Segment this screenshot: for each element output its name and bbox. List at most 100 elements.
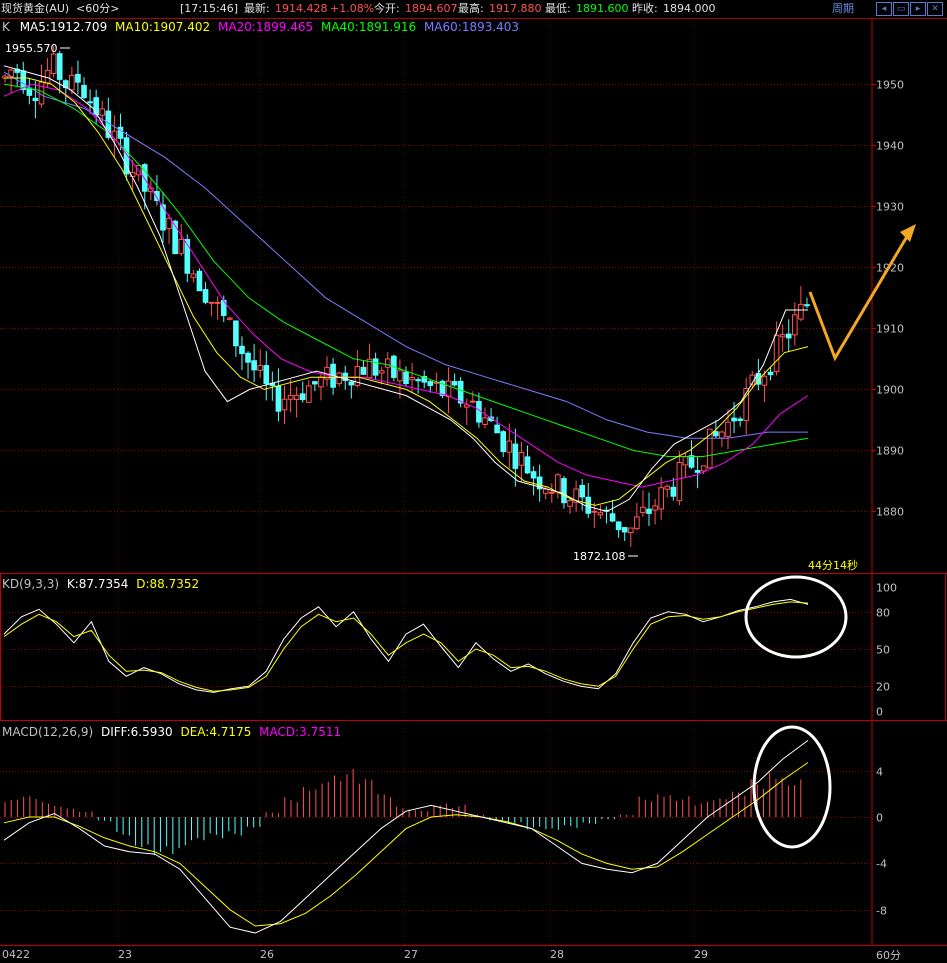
macd-name: MACD(12,26,9) [2, 725, 94, 739]
candle [275, 368, 282, 422]
candle [640, 490, 646, 517]
candle [287, 379, 294, 413]
candle-body [579, 484, 585, 498]
candle [8, 68, 14, 93]
candle-body [792, 314, 798, 336]
restore-icon[interactable]: ▭ [893, 2, 909, 16]
candle [573, 480, 579, 512]
candle-body [591, 510, 598, 513]
high-value: 1917.880 [489, 2, 542, 15]
candle-body [281, 398, 288, 411]
candle-body [287, 394, 294, 400]
candle [585, 482, 592, 518]
candle-body [32, 97, 39, 101]
forecast-arrow-line [808, 227, 914, 362]
close-icon[interactable]: ✕ [927, 2, 943, 16]
candle [239, 336, 245, 371]
candle-body [773, 334, 780, 373]
candle [269, 371, 276, 401]
candle-body [700, 465, 707, 472]
candle [609, 499, 616, 523]
kd-indicator-row: KD(9,3,3) K:87.7354 D:88.7352 [2, 577, 199, 591]
low-label: 最低: [545, 2, 571, 15]
candle-body [397, 369, 403, 382]
candle [214, 296, 221, 320]
prev-close-label: 昨收: [632, 2, 658, 15]
candle [579, 478, 585, 511]
candle-body [312, 381, 318, 385]
candle [26, 77, 33, 105]
candle [190, 269, 197, 283]
candle [202, 282, 209, 305]
candle-body [731, 417, 737, 422]
candle-body [798, 303, 804, 320]
candle [415, 377, 421, 394]
macd-hist-value: MACD:3.7511 [259, 725, 342, 739]
right-arrow-icon[interactable]: ▸ [910, 2, 926, 16]
kd-panel[interactable] [3, 598, 809, 693]
candle [397, 359, 403, 399]
latest-value: 1914.428 [275, 2, 328, 15]
macd-highlight-circle [752, 725, 832, 849]
change-percent: +1.08% [330, 2, 375, 15]
candle-body [69, 74, 75, 91]
period-label[interactable]: <60分> [76, 0, 119, 18]
candle-body [403, 371, 409, 385]
macd-dea-value: DEA:4.7175 [180, 725, 252, 739]
candle-body [457, 380, 464, 404]
candle-body [160, 204, 166, 231]
candle [555, 473, 561, 499]
x-tick-label: 28 [550, 948, 564, 961]
candle [172, 219, 178, 255]
candle [518, 442, 525, 482]
quote-header: 现货黄金(AU) <60分> [17:15:46] 最新: 1914.428 +… [0, 0, 947, 19]
candle-body [299, 393, 306, 401]
candle-body [634, 516, 640, 530]
candle-body [239, 345, 245, 355]
candle [56, 50, 63, 94]
prev-close-value: 1894.000 [663, 2, 716, 15]
candle [299, 381, 306, 403]
candle-body [688, 455, 695, 468]
candle-body [737, 418, 743, 421]
cycle-button[interactable]: 周期 [832, 0, 854, 18]
candle [591, 502, 598, 529]
candle [804, 297, 810, 309]
price-panel[interactable] [2, 45, 810, 547]
candle-body [348, 381, 355, 386]
candle-body [713, 431, 719, 437]
countdown-timer: 44分14秒 [808, 559, 858, 572]
macd-panel[interactable] [3, 739, 809, 934]
candle [445, 367, 452, 414]
candle-body [627, 527, 634, 533]
candle [627, 527, 634, 547]
candle-body [208, 301, 215, 304]
candle-body [445, 380, 452, 398]
macd-diff-value: DIFF:6.5930 [100, 725, 173, 739]
candle [336, 371, 342, 387]
candle [160, 191, 166, 243]
candle-body [646, 508, 652, 514]
latest-label: 最新: [244, 2, 270, 15]
candle [615, 521, 622, 538]
candle [524, 445, 531, 475]
left-arrow-icon[interactable]: ◂ [876, 2, 892, 16]
candle [372, 352, 379, 380]
kd-tick-label: 0 [876, 706, 883, 719]
time-stamp: [17:15:46] [180, 2, 238, 15]
kd-highlight-circle [744, 575, 848, 659]
candle-body [542, 488, 549, 494]
candle-body [694, 470, 701, 473]
candle-body [506, 440, 513, 453]
candle-body [318, 376, 324, 388]
candle-body [518, 451, 525, 466]
price-indicator-row: K MA5:1912.709 MA10:1907.402 MA20:1899.4… [2, 20, 519, 34]
candle [305, 380, 312, 403]
price-tick-label: 1940 [876, 140, 904, 153]
candle-body [640, 506, 646, 514]
candle-body [500, 431, 507, 453]
kd-tick-label: 20 [876, 681, 890, 694]
candle-body [524, 456, 531, 474]
candle-body [50, 53, 57, 74]
x-tick-label: 29 [694, 948, 708, 961]
